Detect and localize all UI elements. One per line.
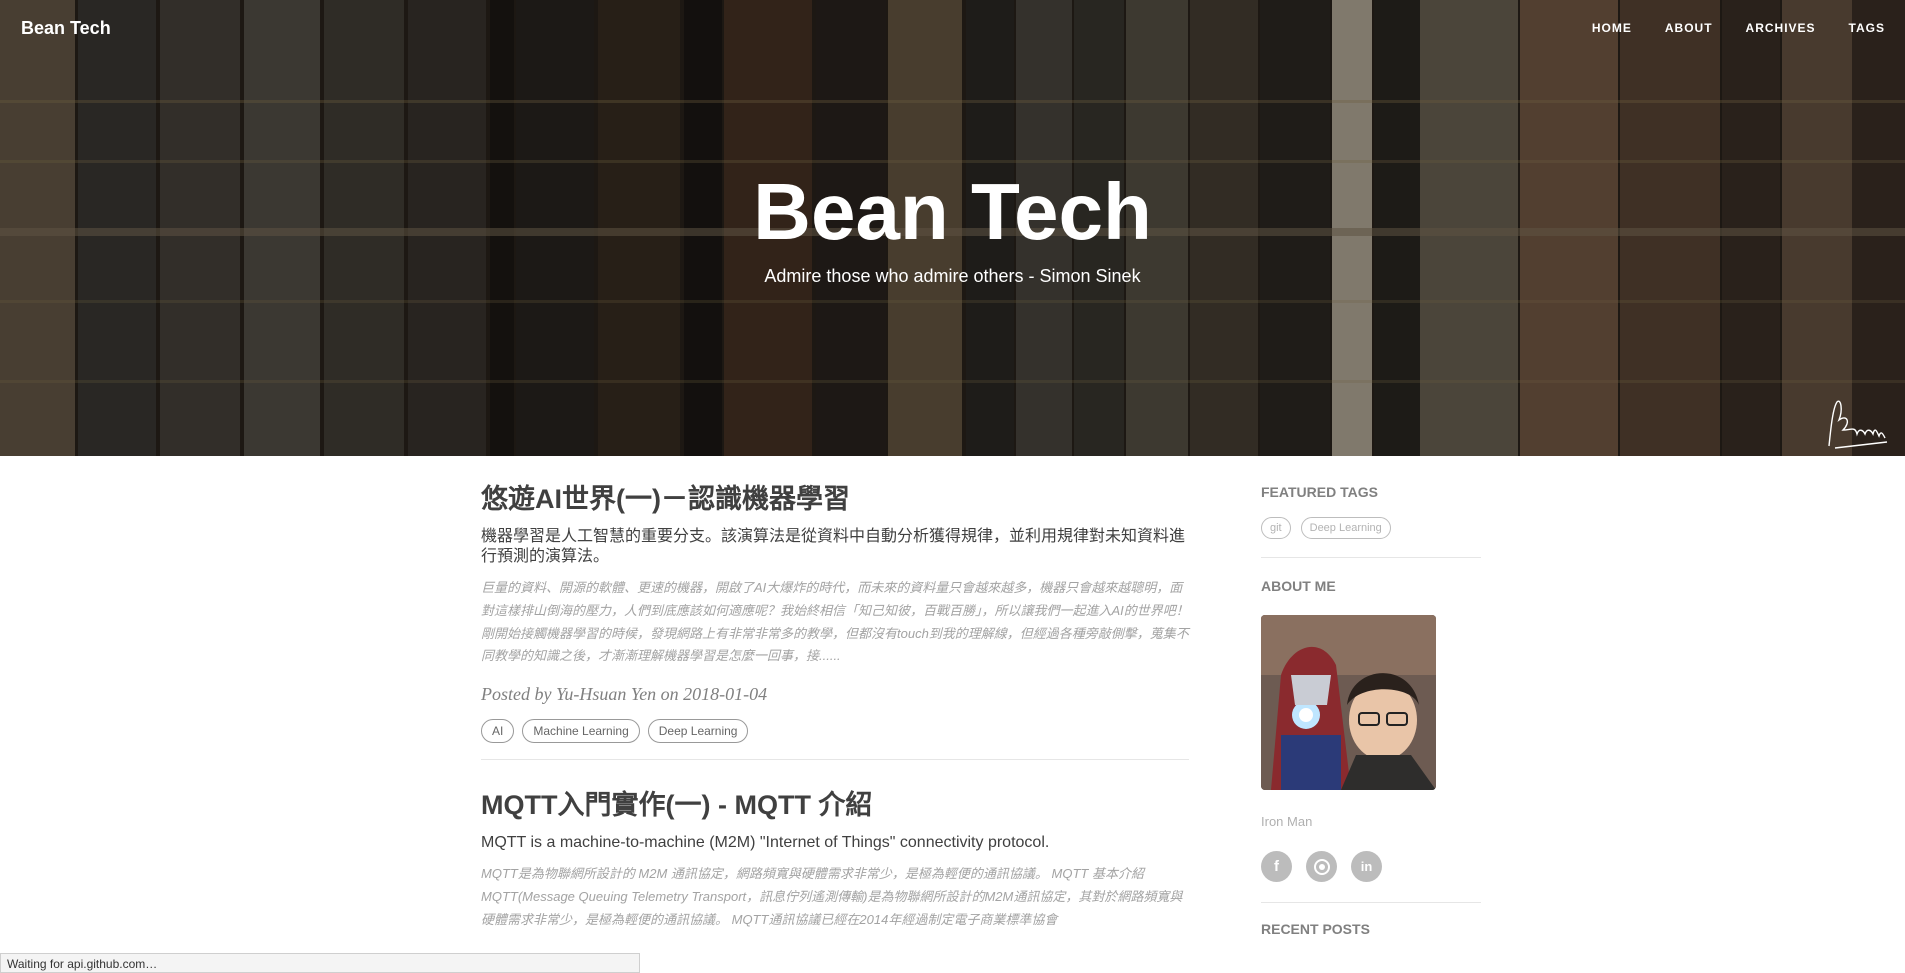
- post-list: 悠遊AI世界(一)－認識機器學習 機器學習是人工智慧的重要分支。該演算法是從資料…: [481, 456, 1189, 931]
- tag-ai[interactable]: AI: [481, 719, 515, 744]
- top-nav: HOME ABOUT ARCHIVES TAGS: [1559, 21, 1885, 35]
- tag-deep-learning[interactable]: Deep Learning: [647, 719, 749, 744]
- post-excerpt: 巨量的資料、開源的軟體、更速的機器，開啟了AI大爆炸的時代，而未來的資料量只會越…: [481, 580, 1189, 664]
- tag-machine-learning[interactable]: Machine Learning: [522, 719, 640, 744]
- browser-status-bar: Waiting for api.github.com…: [0, 953, 640, 973]
- recent-posts-heading: RECENT POSTS: [1261, 921, 1370, 937]
- featured-tag-git[interactable]: git: [1261, 517, 1291, 539]
- featured-tags: git Deep Learning: [1261, 517, 1481, 539]
- about-me-heading: ABOUT ME: [1261, 578, 1336, 594]
- featured-tag-deep-learning[interactable]: Deep Learning: [1300, 517, 1391, 539]
- site-subtitle: Admire those who admire others - Simon S…: [764, 266, 1141, 286]
- social-links: f in: [1261, 851, 1481, 882]
- brand-link[interactable]: Bean Tech: [21, 18, 111, 39]
- post-item: MQTT入門實作(一) - MQTT 介紹 MQTT is a machine-…: [481, 760, 1189, 931]
- signature-mark: [1828, 400, 1888, 449]
- nav-tags[interactable]: TAGS: [1849, 21, 1885, 35]
- nav-archives[interactable]: ARCHIVES: [1746, 21, 1816, 35]
- post-tags: AI Machine Learning Deep Learning: [481, 719, 1189, 744]
- site-title: Bean Tech: [753, 167, 1152, 256]
- post-title[interactable]: 悠遊AI世界(一)－認識機器學習: [481, 484, 1189, 515]
- post-title[interactable]: MQTT入門實作(一) - MQTT 介紹: [481, 790, 1189, 821]
- github-icon[interactable]: [1306, 851, 1337, 882]
- post-meta: Posted by Yu-Hsuan Yen on 2018-01-04: [481, 684, 768, 705]
- nav-about[interactable]: ABOUT: [1665, 21, 1713, 35]
- post-item: 悠遊AI世界(一)－認識機器學習 機器學習是人工智慧的重要分支。該演算法是從資料…: [481, 456, 1189, 761]
- sidebar: FEATURED TAGS git Deep Learning ABOUT ME: [1261, 456, 1481, 937]
- featured-tags-heading: FEATURED TAGS: [1261, 484, 1378, 500]
- post-subtitle[interactable]: MQTT is a machine-to-machine (M2M) "Inte…: [481, 833, 1189, 853]
- nav-home[interactable]: HOME: [1592, 21, 1632, 35]
- hero-header: Bean Tech HOME ABOUT ARCHIVES TAGS Bean …: [0, 0, 1905, 456]
- avatar: [1261, 615, 1436, 790]
- post-excerpt: MQTT是為物聯網所設計的 M2M 通訊協定，網路頻寬與硬體需求非常少，是極為輕…: [481, 866, 1183, 927]
- linkedin-icon[interactable]: in: [1351, 851, 1382, 882]
- about-nickname: Iron Man: [1261, 814, 1313, 829]
- post-subtitle[interactable]: 機器學習是人工智慧的重要分支。該演算法是從資料中自動分析獲得規律，並利用規律對未…: [481, 527, 1189, 567]
- facebook-icon[interactable]: f: [1261, 851, 1292, 882]
